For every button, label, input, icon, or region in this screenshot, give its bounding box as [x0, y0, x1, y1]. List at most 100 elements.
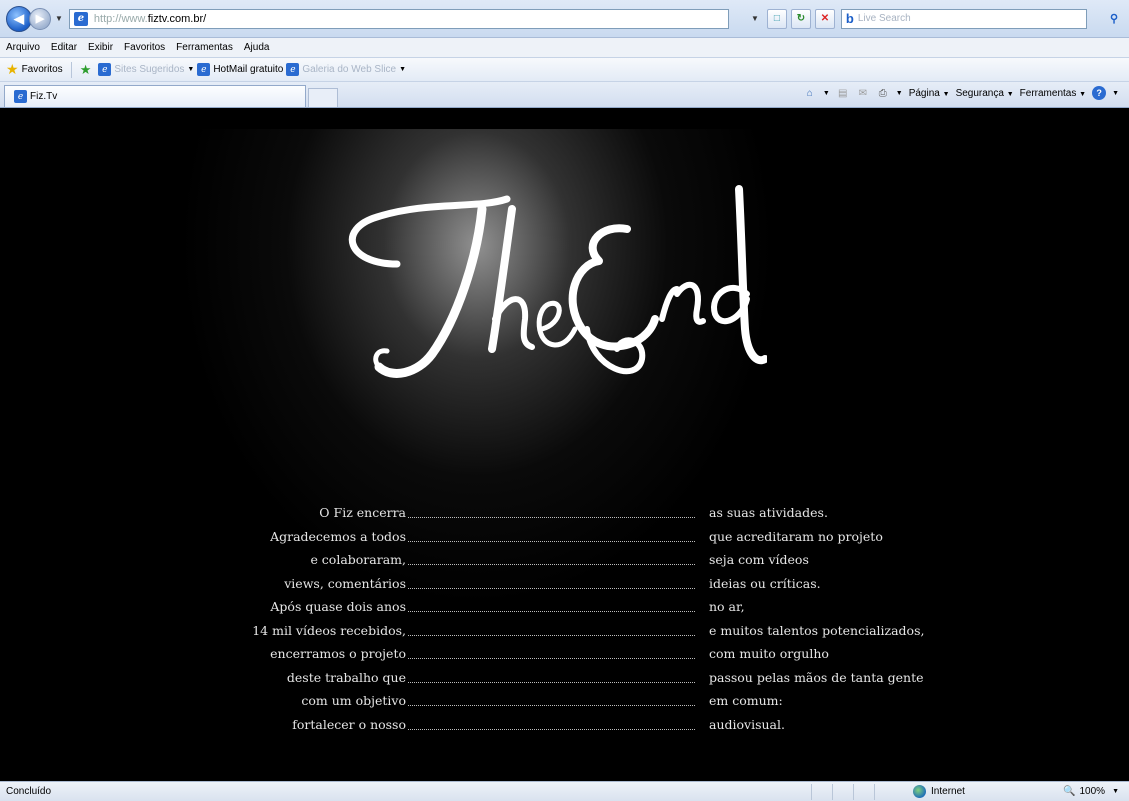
chevron-down-icon[interactable]: ▼	[399, 66, 406, 73]
chevron-down-icon[interactable]: ▼	[1112, 90, 1119, 97]
credit-left-text: views, comentários	[284, 575, 406, 591]
credit-row: Após quase dois anos no ar,	[7, 599, 1118, 623]
chevron-down-icon[interactable]: ▼	[896, 90, 903, 97]
credit-left-text: com um objetivo	[301, 693, 406, 708]
print-icon[interactable]: ⎙	[876, 86, 890, 100]
forward-button[interactable]: ▶	[29, 7, 51, 30]
safety-menu-label: Segurança	[955, 87, 1004, 99]
credit-left-text: e colaboraram,	[310, 552, 406, 567]
search-icon[interactable]: ⚲	[1105, 9, 1123, 29]
status-cell	[853, 783, 874, 800]
credit-right-text: seja com vídeos	[709, 552, 809, 567]
safety-menu[interactable]: Segurança ▼	[956, 88, 1014, 99]
dotted-leader	[408, 540, 695, 542]
menu-tools[interactable]: Ferramentas	[176, 42, 233, 53]
status-cell	[811, 783, 832, 800]
page-content: O Fiz encerra as suas atividades. Agradece…	[7, 129, 1118, 781]
credit-right-text: e muitos talentos potencializados,	[709, 622, 925, 638]
credits-list: O Fiz encerra as suas atividades. Agradece…	[7, 505, 1118, 740]
dotted-leader	[408, 564, 695, 565]
credit-row: Agradecemos a todos que acreditaram no pr…	[7, 529, 1118, 553]
refresh-button[interactable]: ↻	[790, 8, 811, 29]
magnifier-icon: 🔍	[1063, 786, 1076, 797]
page-menu[interactable]: Página ▼	[909, 88, 950, 99]
favorites-item-hotmail[interactable]: HotMail gratuito	[213, 64, 283, 75]
credit-right-text: ideias ou críticas.	[709, 575, 821, 591]
menu-file[interactable]: Arquivo	[6, 42, 40, 53]
add-to-favorites-icon[interactable]: ★	[80, 62, 92, 78]
dotted-leader	[408, 611, 695, 612]
credit-right-text: audiovisual.	[709, 716, 785, 732]
stop-button[interactable]: ✕	[814, 8, 835, 29]
search-box[interactable]: b Live Search	[840, 8, 1087, 29]
zoom-control[interactable]: 🔍 100% ▼	[1063, 786, 1119, 797]
chevron-down-icon[interactable]: ▼	[187, 66, 194, 73]
read-mail-icon[interactable]: ✉	[856, 86, 870, 100]
credit-row: 14 mil vídeos recebidos, e muitos talento…	[7, 623, 1118, 647]
dotted-leader	[408, 517, 695, 518]
page-menu-label: Página	[908, 87, 940, 99]
new-tab-button[interactable]	[308, 88, 338, 107]
security-zone[interactable]: Internet	[913, 785, 1033, 798]
status-cell	[874, 783, 895, 800]
credit-row: fortalecer o nosso audiovisual.	[7, 717, 1118, 741]
credit-left-text: 14 mil vídeos recebidos,	[252, 622, 406, 638]
dotted-leader	[408, 705, 695, 706]
favorites-bar: ★ Favoritos ★ e Sites Sugeridos ▼ e HotM…	[0, 58, 1129, 82]
credit-left-text: O Fiz encerra	[319, 505, 406, 520]
ie-page-icon: e	[73, 11, 88, 26]
menu-favorites[interactable]: Favoritos	[124, 42, 165, 53]
help-icon[interactable]: ?	[1092, 86, 1107, 100]
status-cell	[832, 783, 853, 800]
status-cells: Internet 🔍 100% ▼	[811, 782, 1129, 801]
tab-fiztv[interactable]: e Fiz.Tv	[4, 85, 306, 107]
feeds-icon[interactable]: ▤	[836, 86, 850, 100]
url-host: fiztv.com.br/	[147, 12, 207, 25]
credit-left-text: encerramos o projeto	[270, 646, 406, 661]
browser-chrome: ◀ ▶ ▼ e http://www. fiztv.com.br/ ▼ □ ↻ …	[0, 0, 1129, 108]
favorites-item-web-slice[interactable]: Galeria do Web Slice	[302, 64, 396, 75]
home-icon[interactable]: ⌂	[803, 86, 817, 100]
menu-edit[interactable]: Editar	[51, 42, 77, 53]
status-bar: Concluído Internet 🔍 100% ▼	[0, 781, 1129, 801]
credit-row: deste trabalho que passou pelas mãos de t…	[7, 670, 1118, 694]
right-frame	[1118, 129, 1129, 781]
address-dropdown[interactable]: ▼	[751, 14, 759, 23]
left-frame	[0, 129, 7, 781]
credit-right-text: com muito orgulho	[709, 646, 829, 661]
menu-bar: Arquivo Editar Exibir Favoritos Ferramen…	[0, 38, 1129, 58]
web-slice-icon: e	[286, 63, 300, 76]
url-prefix: http://www.	[93, 12, 148, 25]
address-bar[interactable]: e http://www. fiztv.com.br/	[68, 8, 729, 29]
tab-bar: e Fiz.Tv ⌂ ▼ ▤ ✉ ⎙ ▼ Página ▼ Segurança …	[0, 82, 1129, 108]
bing-logo-icon: b	[845, 11, 854, 26]
credit-row: com um objetivo em comum:	[7, 693, 1118, 717]
chevron-down-icon[interactable]: ▼	[1112, 788, 1119, 795]
favorites-separator	[70, 61, 72, 78]
menu-view[interactable]: Exibir	[88, 42, 113, 53]
zoom-level: 100%	[1079, 786, 1106, 797]
credit-left-text: Após quase dois anos	[270, 599, 406, 614]
zone-label: Internet	[931, 786, 965, 797]
credit-right-text: em comum:	[709, 693, 783, 708]
favorites-button[interactable]: Favoritos	[22, 64, 63, 75]
favorites-star-icon: ★	[6, 61, 19, 77]
compatibility-icon[interactable]: □	[766, 8, 787, 29]
dotted-leader	[408, 634, 695, 636]
tab-title: Fiz.Tv	[30, 91, 58, 102]
favorites-item-suggested-sites[interactable]: Sites Sugeridos	[114, 64, 184, 75]
credit-left-text: deste trabalho que	[286, 669, 406, 685]
credit-row: encerramos o projeto com muito orgulho	[7, 646, 1118, 670]
credit-right-text: no ar,	[709, 599, 745, 614]
credit-right-text: passou pelas mãos de tanta gente	[709, 669, 924, 685]
menu-help[interactable]: Ajuda	[244, 42, 270, 53]
credit-right-text: que acreditaram no projeto	[709, 528, 883, 544]
tools-menu[interactable]: Ferramentas ▼	[1020, 88, 1086, 99]
credit-row: O Fiz encerra as suas atividades.	[7, 505, 1118, 529]
chevron-down-icon[interactable]: ▼	[823, 90, 830, 97]
address-toolbar: ◀ ▶ ▼ e http://www. fiztv.com.br/ ▼ □ ↻ …	[0, 0, 1129, 38]
dotted-leader	[408, 587, 695, 589]
command-bar: ⌂ ▼ ▤ ✉ ⎙ ▼ Página ▼ Segurança ▼ Ferrame…	[803, 86, 1119, 100]
hotmail-icon: e	[197, 63, 211, 76]
recent-pages-dropdown[interactable]: ▼	[55, 14, 63, 23]
